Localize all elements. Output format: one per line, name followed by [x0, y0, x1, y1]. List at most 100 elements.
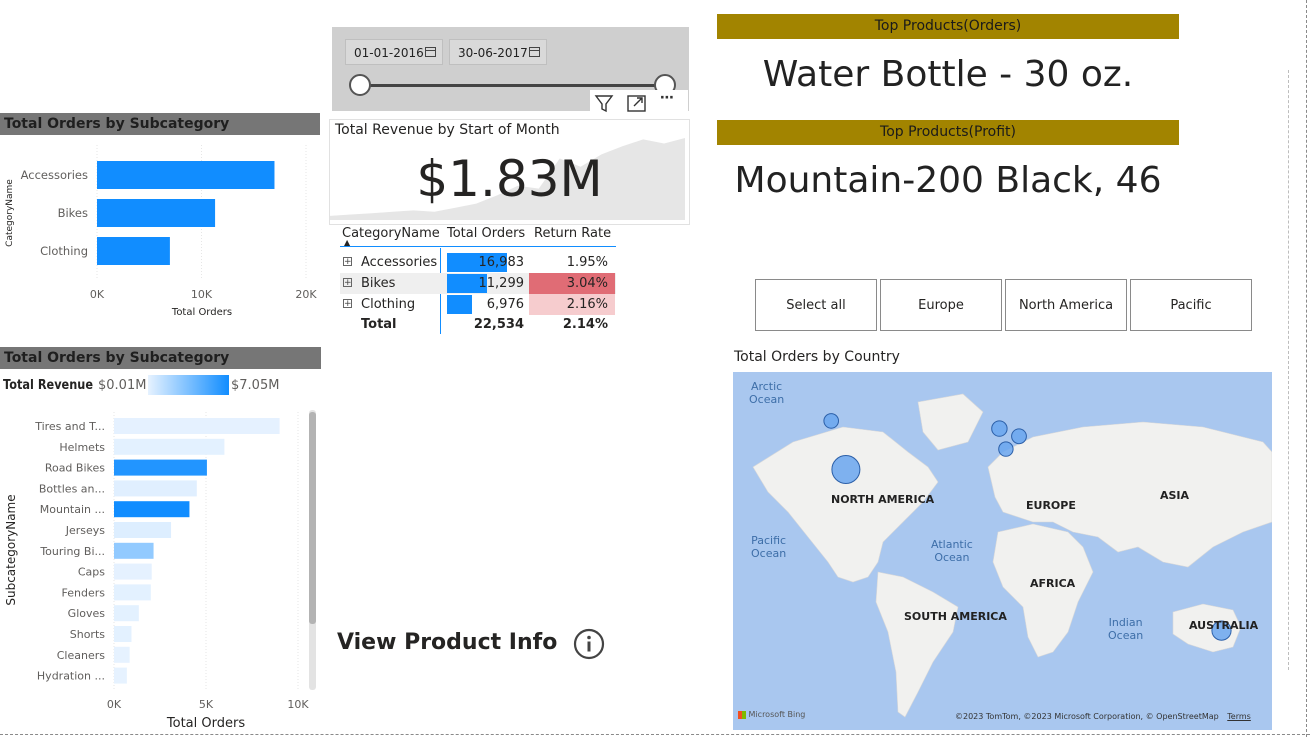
- date-slider-track[interactable]: [360, 84, 667, 87]
- info-circle-icon[interactable]: [573, 628, 607, 660]
- matrix-header-category[interactable]: CategoryName: [342, 226, 440, 241]
- subcategory-bar[interactable]: [114, 542, 154, 559]
- ocean-label-arctic-line1: Arctic: [750, 380, 783, 393]
- ocean-label-indian-line1: Indian: [1108, 616, 1143, 629]
- continent-label-north-america: NORTH AMERICA: [831, 493, 935, 506]
- subcategory-chart-label: Bottles an...: [39, 482, 105, 495]
- microsoft-logo-icon: [738, 710, 746, 719]
- subcategory-chart-xtick: 0K: [107, 698, 122, 711]
- region-option-select-all[interactable]: Select all: [755, 279, 877, 331]
- visual-header-toolbar: ⋯: [590, 90, 688, 116]
- orders-by-country-map[interactable]: Arctic Ocean Pacific Ocean Atlantic Ocea…: [733, 372, 1272, 730]
- subcategory-bar[interactable]: [114, 626, 132, 642]
- calendar-icon[interactable]: [529, 47, 540, 57]
- date-slider-start-handle[interactable]: [349, 74, 371, 96]
- country-bubble[interactable]: [1011, 428, 1027, 445]
- matrix-row-category: Accessories: [361, 255, 438, 270]
- top-product-profit-value: Mountain-200 Black, 46: [734, 160, 1162, 201]
- country-bubble[interactable]: [831, 455, 861, 484]
- start-date-input[interactable]: 01-01-2016: [345, 39, 443, 65]
- matrix-row[interactable]: + Clothing 6,976 2.16%: [340, 294, 616, 315]
- bing-brand-text: Microsoft Bing: [748, 710, 806, 719]
- expand-plus-icon[interactable]: +: [343, 278, 352, 288]
- ocean-label-atlantic: Atlantic Ocean: [931, 538, 973, 564]
- matrix-header-row: CategoryName ▲ Total Orders Return Rate: [340, 226, 616, 247]
- expand-plus-icon[interactable]: +: [343, 299, 352, 309]
- matrix-row[interactable]: + Bikes 11,299 3.04%: [340, 273, 616, 294]
- country-bubble[interactable]: [998, 441, 1014, 457]
- focus-mode-icon[interactable]: [626, 93, 648, 113]
- category-chart-label: Accessories: [21, 168, 88, 182]
- category-chart-xtick: 0K: [90, 288, 105, 301]
- color-legend-min: $0.01M: [98, 378, 146, 393]
- subcategory-chart-xtick: 10K: [287, 698, 309, 711]
- subcategory-bar[interactable]: [114, 605, 139, 622]
- subcategory-chart-label: Cleaners: [57, 649, 106, 662]
- matrix-total-rate: 2.14%: [562, 317, 608, 332]
- filter-icon[interactable]: [592, 92, 616, 114]
- subcategory-bar[interactable]: [114, 667, 127, 684]
- map-attribution: ©2023 TomTom, ©2023 Microsoft Corporatio…: [955, 712, 1251, 721]
- country-bubble[interactable]: [991, 420, 1008, 437]
- revenue-card-title: Total Revenue by Start of Month: [335, 122, 560, 138]
- subcategory-bar[interactable]: [114, 501, 190, 518]
- category-chart-ylabel: CategoryName: [5, 179, 15, 247]
- sort-ascending-icon[interactable]: ▲: [344, 238, 350, 247]
- ocean-label-indian-line2: Ocean: [1108, 629, 1144, 642]
- subcategory-bar[interactable]: [114, 522, 172, 538]
- category-chart-xtick: 10K: [191, 288, 213, 301]
- view-product-info-button[interactable]: View Product Info: [337, 630, 557, 655]
- subcategory-chart-label: Mountain ...: [40, 503, 105, 516]
- category-chart-label: Bikes: [58, 206, 88, 220]
- end-date-value: 30-06-2017: [458, 46, 528, 60]
- subcategory-bar[interactable]: [114, 646, 130, 663]
- matrix-row-category: Bikes: [361, 276, 396, 291]
- category-bar-chart: 0K 10K 20K Accessories Bikes Clothing Total Or…: [0, 137, 325, 322]
- ocean-label-arctic-line2: Ocean: [749, 393, 785, 406]
- region-option-europe[interactable]: Europe: [880, 279, 1002, 331]
- category-bar[interactable]: [97, 199, 216, 227]
- subcategory-chart-title: Total Orders by Subcategory: [0, 347, 321, 369]
- category-bar[interactable]: [97, 237, 170, 265]
- calendar-icon[interactable]: [425, 47, 436, 57]
- subcategory-bar[interactable]: [114, 480, 197, 497]
- continent-label-africa: AFRICA: [1030, 577, 1076, 590]
- matrix-header-return-rate[interactable]: Return Rate: [534, 226, 611, 241]
- color-legend-gradient: [148, 375, 229, 395]
- ocean-label-atlantic-line2: Ocean: [934, 551, 970, 564]
- subcategory-bar[interactable]: [114, 418, 280, 434]
- revenue-card: Total Revenue by Start of Month $1.83M: [329, 119, 690, 225]
- subcategory-chart-xtick: 5K: [199, 698, 214, 711]
- matrix-row-orders: 11,299: [478, 276, 525, 291]
- region-option-north-america[interactable]: North America: [1005, 279, 1127, 331]
- continent-label-australia: AUSTRALIA: [1189, 619, 1259, 632]
- matrix-row-return-rate: 3.04%: [529, 273, 615, 294]
- region-option-pacific[interactable]: Pacific: [1130, 279, 1252, 331]
- matrix-row-return-rate: 2.16%: [529, 294, 615, 315]
- world-map[interactable]: [733, 372, 1272, 730]
- subcategory-bar[interactable]: [114, 584, 151, 601]
- subcategory-bar[interactable]: [114, 438, 225, 455]
- subcategory-chart-label: Helmets: [59, 441, 105, 454]
- ocean-label-pacific-line2: Ocean: [751, 547, 787, 560]
- page-scroll-strip[interactable]: [1288, 70, 1299, 670]
- matrix-total-label: Total: [361, 317, 397, 332]
- subcategory-chart-label: Tires and T...: [34, 420, 105, 433]
- category-chart-xlabel: Total Orders: [171, 307, 232, 318]
- expand-plus-icon[interactable]: +: [343, 257, 352, 267]
- subcategory-chart-label: Touring Bi...: [39, 545, 105, 558]
- end-date-input[interactable]: 30-06-2017: [449, 39, 547, 65]
- matrix-row[interactable]: + Accessories 16,983 1.95%: [340, 252, 616, 273]
- top-product-orders-value: Water Bottle - 30 oz.: [762, 54, 1134, 95]
- more-options-icon[interactable]: ⋯: [660, 90, 675, 106]
- subcategory-chart-label: Fenders: [62, 586, 106, 599]
- subcategory-bar[interactable]: [114, 459, 207, 476]
- category-bar[interactable]: [97, 161, 275, 189]
- map-attribution-text: ©2023 TomTom, ©2023 Microsoft Corporatio…: [955, 712, 1219, 721]
- subcategory-scroll-thumb[interactable]: [309, 412, 316, 624]
- country-bubble[interactable]: [823, 413, 839, 429]
- matrix-header-orders[interactable]: Total Orders: [447, 226, 525, 241]
- subcategory-bar[interactable]: [114, 563, 152, 580]
- matrix-row-return-rate: 1.95%: [566, 255, 608, 270]
- map-terms-link[interactable]: Terms: [1227, 712, 1251, 721]
